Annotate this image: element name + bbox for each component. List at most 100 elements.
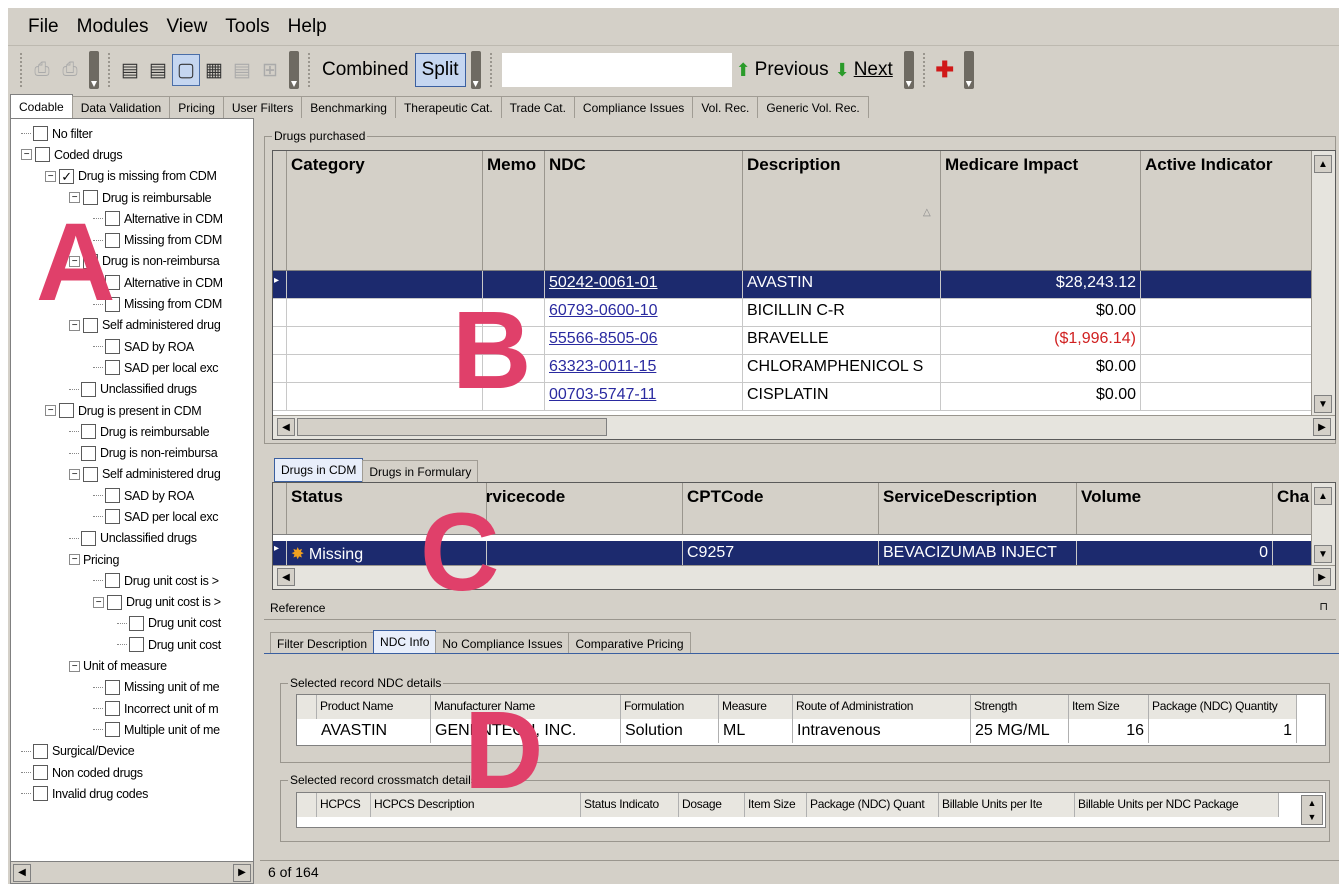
ndc-link[interactable]: 00703-5747-11 xyxy=(549,386,656,403)
crossmatch-column-header[interactable]: HCPCS Description xyxy=(371,793,581,817)
layout-grid-icon[interactable]: ▦ xyxy=(200,54,228,86)
scroll-up-icon[interactable]: ▲ xyxy=(1314,487,1332,505)
split-button[interactable]: Split xyxy=(414,53,466,87)
ndc-link[interactable]: 50242-0061-01 xyxy=(549,274,658,291)
column-cptcode[interactable]: CPTCode xyxy=(683,483,879,534)
tab-compliance-issues[interactable]: Compliance Issues xyxy=(573,96,694,118)
column-status[interactable]: Status xyxy=(287,483,487,534)
tree-node[interactable]: Missing from CDM xyxy=(11,293,253,314)
tree-node[interactable]: SAD by ROA xyxy=(11,336,253,357)
scroll-right-icon[interactable]: ▶ xyxy=(233,863,251,882)
table-row[interactable]: 00703-5747-11 CISPLATIN $0.00 xyxy=(273,383,1313,411)
checkbox[interactable] xyxy=(35,147,50,163)
tree-node[interactable]: Invalid drug codes xyxy=(11,783,253,804)
checkbox[interactable] xyxy=(105,211,120,227)
menu-tools[interactable]: Tools xyxy=(225,16,269,38)
scroll-thumb[interactable] xyxy=(297,418,607,436)
checkbox[interactable] xyxy=(81,424,96,440)
column-medicare-impact[interactable]: Medicare Impact xyxy=(941,151,1141,270)
checkbox[interactable] xyxy=(105,488,120,504)
ndc-column-header[interactable]: Manufacturer Name xyxy=(431,695,621,719)
toolbar-separator[interactable] xyxy=(470,51,481,89)
tree-node[interactable]: − Self administered drug xyxy=(11,464,253,485)
column-ndc[interactable]: NDC xyxy=(545,151,743,270)
tree-node[interactable]: Drug unit cost is > xyxy=(11,570,253,591)
ndc-link[interactable]: 60793-0600-10 xyxy=(549,302,658,319)
checkbox[interactable] xyxy=(83,317,98,333)
scroll-up-icon[interactable]: ▲ xyxy=(1314,155,1332,173)
checkbox[interactable] xyxy=(33,786,48,802)
scroll-left-icon[interactable]: ◀ xyxy=(277,418,295,436)
tree-node[interactable]: − Pricing xyxy=(11,549,253,570)
ndc-column-header[interactable]: Measure xyxy=(719,695,793,719)
column-category[interactable]: Category xyxy=(287,151,483,270)
crossmatch-column-header[interactable]: Dosage xyxy=(679,793,745,817)
crossmatch-column-header[interactable]: Billable Units per NDC Package xyxy=(1075,793,1279,817)
layout-bottom-icon[interactable]: ▤ xyxy=(144,54,172,86)
tree-node[interactable]: Incorrect unit of m xyxy=(11,698,253,719)
collapse-icon[interactable]: − xyxy=(45,405,56,416)
tree-node[interactable]: − Self administered drug xyxy=(11,315,253,336)
column-charge[interactable]: Cha xyxy=(1273,483,1313,534)
checkbox[interactable] xyxy=(105,360,120,376)
collapse-icon[interactable]: − xyxy=(69,255,80,267)
collapse-icon[interactable]: − xyxy=(69,192,80,204)
tab-filter-description[interactable]: Filter Description xyxy=(270,632,375,654)
cdm-horizontal-scrollbar[interactable]: ◀ ▶ xyxy=(273,565,1335,589)
tab-data-validation[interactable]: Data Validation xyxy=(71,96,171,118)
layout-full-icon[interactable]: ▢ xyxy=(172,54,200,86)
search-input[interactable] xyxy=(501,53,732,87)
checkbox[interactable] xyxy=(105,722,120,738)
ndc-column-header[interactable]: Item Size xyxy=(1069,695,1149,719)
checkbox[interactable] xyxy=(83,253,98,269)
scroll-down-icon[interactable]: ▼ xyxy=(1314,545,1332,563)
tab-pricing[interactable]: Pricing xyxy=(169,96,224,118)
checkbox[interactable] xyxy=(33,126,48,142)
tree-node[interactable]: − Coded drugs xyxy=(11,144,253,165)
combined-button[interactable]: Combined xyxy=(316,53,415,87)
collapse-icon[interactable]: − xyxy=(69,468,80,480)
tree-horizontal-scrollbar[interactable]: ◀ ▶ xyxy=(11,861,253,883)
tree-node[interactable]: Drug unit cost xyxy=(11,613,253,634)
scroll-right-icon[interactable]: ▶ xyxy=(1313,568,1331,586)
toolbar-separator[interactable] xyxy=(89,51,99,89)
checkbox[interactable] xyxy=(129,637,144,653)
column-service-description[interactable]: ServiceDescription xyxy=(879,483,1077,534)
checkbox[interactable]: ✓ xyxy=(59,168,74,184)
table-row[interactable]: 55566-8505-06 BRAVELLE ($1,996.14) xyxy=(273,327,1313,355)
tree-node[interactable]: − Drug is non-reimbursa xyxy=(11,251,253,272)
crossmatch-spinner-icon[interactable]: ▲ ▼ xyxy=(1301,795,1323,825)
tab-drugs-in-formulary[interactable]: Drugs in Formulary xyxy=(362,460,479,482)
layout-top-icon[interactable]: ▤ xyxy=(116,54,144,86)
table-row[interactable]: ▸ 50242-0061-01 AVASTIN $28,243.12 xyxy=(273,271,1313,299)
table-row[interactable]: 60793-0600-10 BICILLIN C-R $0.00 xyxy=(273,299,1313,327)
checkbox[interactable] xyxy=(83,466,98,482)
ndc-column-header[interactable]: Package (NDC) Quantity xyxy=(1149,695,1297,719)
crossmatch-column-header[interactable]: Package (NDC) Quant xyxy=(807,793,939,817)
collapse-icon[interactable]: − xyxy=(45,170,56,182)
add-icon[interactable]: ✚ xyxy=(931,54,959,86)
scroll-left-icon[interactable]: ◀ xyxy=(13,863,31,882)
tree-node[interactable]: Drug unit cost xyxy=(11,634,253,655)
tree-node[interactable]: Alternative in CDM xyxy=(11,208,253,229)
tree-node[interactable]: Drug is reimbursable xyxy=(11,421,253,442)
tab-codable[interactable]: Codable xyxy=(10,94,73,118)
collapse-icon[interactable]: − xyxy=(93,596,104,608)
print-icon[interactable]: ⎙ xyxy=(28,54,56,86)
checkbox[interactable] xyxy=(105,339,120,355)
tree-node[interactable]: − Drug is reimbursable xyxy=(11,187,253,208)
tree-node[interactable]: − ✓ Drug is missing from CDM xyxy=(11,166,253,187)
layout-disabled-icon[interactable]: ▤ xyxy=(228,54,256,86)
column-servicecode[interactable]: Servicecode xyxy=(487,483,683,534)
tree-node[interactable]: No filter xyxy=(11,123,253,144)
ndc-column-header[interactable]: Product Name xyxy=(317,695,431,719)
checkbox[interactable] xyxy=(105,509,120,525)
tree-node[interactable]: Missing from CDM xyxy=(11,229,253,250)
checkbox[interactable] xyxy=(105,573,120,589)
checkbox[interactable] xyxy=(129,615,144,631)
crossmatch-column-header[interactable]: Billable Units per Ite xyxy=(939,793,1075,817)
column-volume[interactable]: Volume xyxy=(1077,483,1273,534)
checkbox[interactable] xyxy=(105,275,120,291)
previous-button[interactable]: Previous xyxy=(755,53,835,87)
scroll-left-icon[interactable]: ◀ xyxy=(277,568,295,586)
